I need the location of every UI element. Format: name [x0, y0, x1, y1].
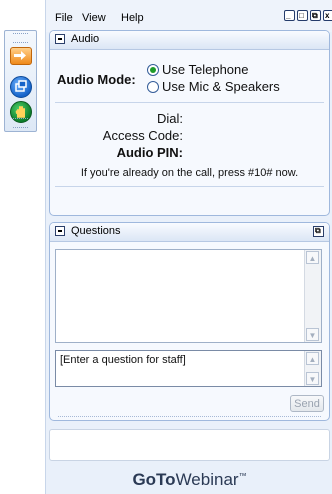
audio-divider-bottom	[55, 186, 324, 187]
input-scroll-up-icon[interactable]: ▲	[306, 352, 319, 365]
toolbar-grip-bottom[interactable]	[13, 118, 28, 128]
menu-file[interactable]: File	[55, 12, 73, 24]
menu-help[interactable]: Help	[121, 12, 144, 24]
question-input-placeholder: [Enter a question for staff]	[60, 354, 186, 366]
use-mic-speakers-radio[interactable]	[147, 80, 159, 93]
use-mic-speakers-label: Use Mic & Speakers	[162, 79, 280, 94]
toolbar-grip[interactable]	[13, 33, 28, 43]
footer-area	[49, 429, 330, 461]
questions-log[interactable]: ▲ ▼	[55, 249, 322, 343]
audio-note: If you're already on the call, press #10…	[80, 167, 299, 179]
audio-pane-title: Audio	[71, 33, 100, 45]
use-telephone-radio[interactable]	[147, 63, 159, 76]
grab-tab-toolbar	[4, 30, 37, 132]
maximize-button[interactable]: □	[297, 10, 308, 21]
window-switch-icon[interactable]	[10, 76, 32, 98]
questions-resize-grip[interactable]	[58, 416, 321, 417]
scroll-up-icon[interactable]: ▲	[306, 251, 319, 264]
use-telephone-label: Use Telephone	[162, 62, 249, 77]
restore-button[interactable]: ⧉	[310, 10, 321, 21]
popout-questions-button[interactable]: ⧉	[313, 226, 324, 237]
close-button[interactable]: x	[323, 10, 332, 21]
menu-view[interactable]: View	[82, 12, 106, 24]
scroll-down-icon[interactable]: ▼	[306, 328, 319, 341]
audio-pin-label: Audio PIN:	[116, 145, 183, 160]
collapse-questions-button[interactable]	[55, 226, 65, 236]
audio-divider	[55, 102, 324, 103]
send-button[interactable]: Send	[290, 395, 324, 412]
use-mic-speakers-option[interactable]: Use Mic & Speakers	[147, 79, 280, 94]
input-scroll-down-icon[interactable]: ▼	[306, 372, 319, 385]
menu-bar: File View Help _ □ ⧉ x	[46, 0, 332, 32]
question-input-scrollbar[interactable]: ▲ ▼	[304, 351, 321, 386]
questions-pane: Questions ⧉ ▲ ▼ [Enter a question for st…	[49, 222, 330, 421]
use-telephone-option[interactable]: Use Telephone	[147, 62, 249, 77]
questions-log-scrollbar[interactable]: ▲ ▼	[304, 250, 321, 342]
questions-pane-header: Questions ⧉	[50, 223, 329, 242]
access-code-label: Access Code:	[102, 128, 183, 143]
control-panel: File View Help _ □ ⧉ x Audio Audio Mode:…	[45, 0, 332, 494]
collapse-audio-button[interactable]	[55, 34, 65, 44]
minimize-button[interactable]: _	[284, 10, 295, 21]
audio-mode-label: Audio Mode:	[57, 72, 136, 87]
audio-pane-header: Audio	[50, 31, 329, 50]
gotowebinar-logo: GoToWebinar™	[132, 470, 247, 489]
questions-pane-title: Questions	[71, 225, 121, 237]
dial-label: Dial:	[156, 111, 183, 126]
question-input[interactable]: [Enter a question for staff] ▲ ▼	[55, 350, 322, 387]
exit-arrow-icon[interactable]	[10, 47, 32, 65]
audio-pane: Audio Audio Mode: Use Telephone Use Mic …	[49, 30, 330, 216]
